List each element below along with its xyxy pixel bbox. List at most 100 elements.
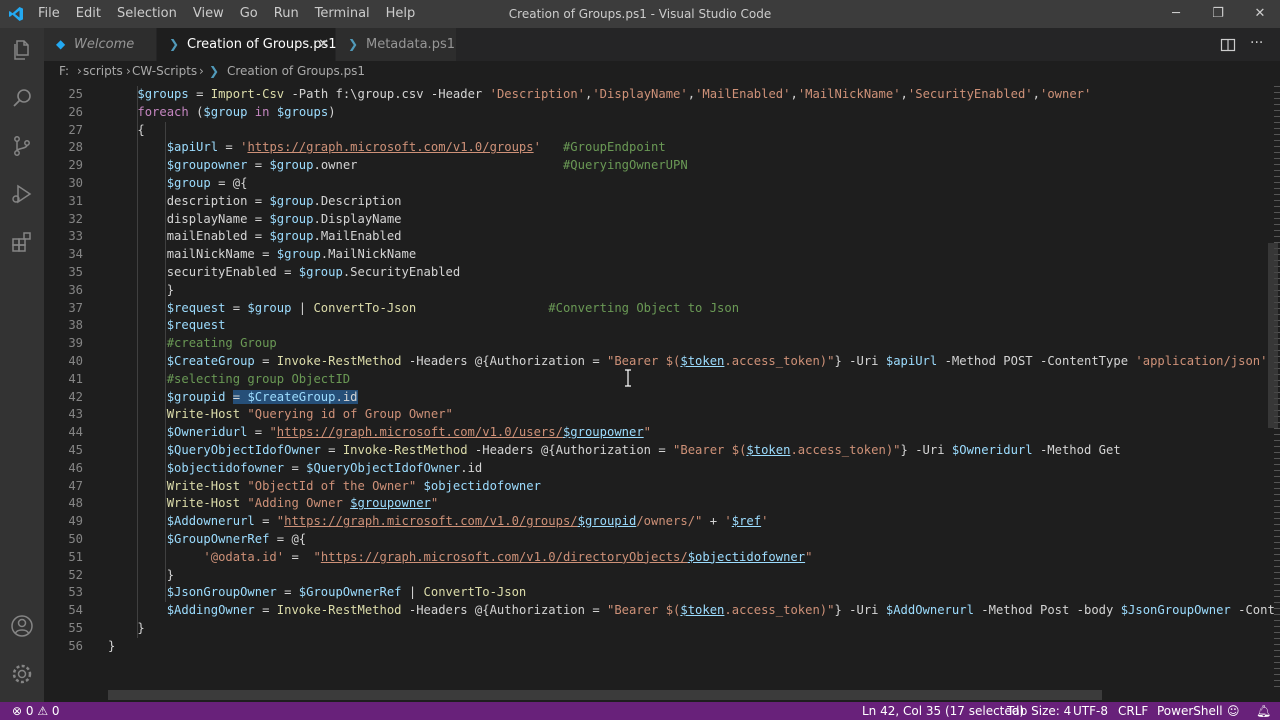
line-number: 54 (68, 603, 83, 618)
status-bar: ⊗ 0 ⚠ 0 Ln 42, Col 35 (17 selected) Tab … (0, 702, 1280, 720)
source-control-button[interactable] (0, 124, 44, 168)
search-button[interactable] (0, 76, 44, 120)
menu-file[interactable]: File (30, 0, 68, 28)
code-line[interactable]: 40 $CreateGroup = Invoke-RestMethod -Hea… (44, 353, 1274, 371)
line-number: 45 (68, 443, 83, 457)
eol-status[interactable]: CRLF (1118, 702, 1148, 720)
line-number: 37 (68, 300, 83, 315)
split-editor-icon[interactable] (1220, 37, 1236, 53)
menu-help[interactable]: Help (378, 0, 424, 28)
code-line[interactable]: 28 $apiUrl = 'https://graph.microsoft.co… (44, 139, 1274, 157)
tab-size-status[interactable]: Tab Size: 4 (1007, 702, 1071, 720)
run-debug-button[interactable] (0, 172, 44, 216)
files-icon (14, 40, 29, 60)
code-line[interactable]: 39 #creating Group (44, 335, 1274, 353)
encoding-status[interactable]: UTF-8 (1073, 702, 1108, 720)
horizontal-scrollbar[interactable] (108, 690, 1102, 700)
code-text: $JsonGroupOwner = $GroupOwnerRef | Conve… (166, 585, 527, 600)
extensions-button[interactable] (0, 220, 44, 264)
code-line[interactable]: 48 Write-Host "Adding Owner $groupowner" (44, 495, 1274, 513)
code-line[interactable]: 49 $Addownerurl = "https://graph.microso… (44, 513, 1274, 531)
code-text: foreach ($group in $groups) (137, 104, 336, 119)
line-number: 46 (68, 460, 83, 475)
maximize-button[interactable]: ❐ (1196, 0, 1240, 28)
code-line[interactable]: 30 $group = @{ (44, 175, 1274, 193)
breadcrumb-cw-scripts[interactable]: CW-Scripts (132, 61, 197, 81)
line-number: 32 (68, 211, 83, 226)
code-text: $CreateGroup = Invoke-RestMethod -Header… (166, 354, 1268, 368)
code-line[interactable]: 34 mailNickName = $group.MailNickName (44, 246, 1274, 264)
code-line[interactable]: 36 } (44, 282, 1274, 300)
menu-go[interactable]: Go (232, 0, 266, 28)
code-line[interactable]: 37 $request = $group | ConvertTo-Json #C… (44, 300, 1274, 318)
more-actions-icon[interactable]: ··· (1250, 28, 1263, 58)
tab-creation-of-groups[interactable]: ❯ Creation of Groups.ps1 ✕ (157, 28, 337, 61)
menu-terminal[interactable]: Terminal (307, 0, 378, 28)
gear-icon (12, 664, 32, 684)
code-line[interactable]: 45 $QueryObjectIdofOwner = Invoke-RestMe… (44, 442, 1274, 460)
menu-selection[interactable]: Selection (109, 0, 185, 28)
line-number: 40 (68, 354, 83, 368)
code-line[interactable]: 47 Write-Host "ObjectId of the Owner" $o… (44, 478, 1274, 496)
accounts-button[interactable] (0, 604, 44, 648)
code-line[interactable]: 29 $groupowner = $group.owner #QueryingO… (44, 157, 1274, 175)
tab-metadata[interactable]: ❯ Metadata.ps1 (336, 28, 456, 61)
code-text: Write-Host "Adding Owner $groupowner" (166, 496, 439, 511)
breadcrumb-drive[interactable]: F: (59, 61, 69, 81)
line-number: 47 (68, 478, 83, 493)
line-number: 31 (68, 193, 83, 208)
code-line[interactable]: 44 $Owneridurl = "https://graph.microsof… (44, 424, 1274, 442)
vertical-scrollbar[interactable] (1268, 243, 1278, 428)
close-tab-icon[interactable]: ✕ (318, 28, 329, 61)
code-line[interactable]: 35 securityEnabled = $group.SecurityEnab… (44, 264, 1274, 282)
breadcrumb-file[interactable]: Creation of Groups.ps1 (227, 61, 365, 81)
code-text: $Addownerurl = "https://graph.microsoft.… (166, 514, 769, 529)
feedback-icon[interactable]: ☺ (1227, 702, 1240, 720)
error-icon: ⊗ (12, 704, 26, 718)
explorer-button[interactable] (0, 28, 44, 72)
code-line[interactable]: 43 Write-Host "Querying id of Group Owne… (44, 406, 1274, 424)
line-number: 44 (68, 425, 83, 440)
code-line[interactable]: 32 displayName = $group.DisplayName (44, 211, 1274, 229)
menu-view[interactable]: View (185, 0, 232, 28)
code-line[interactable]: 50 $GroupOwnerRef = @{ (44, 531, 1274, 549)
code-line[interactable]: 52 } (44, 567, 1274, 585)
text-cursor-icon (625, 369, 631, 387)
code-text: '@odata.id' = "https://graph.microsoft.c… (203, 549, 813, 564)
code-line[interactable]: 26 foreach ($group in $groups) (44, 104, 1274, 122)
manage-button[interactable] (0, 652, 44, 696)
minimize-button[interactable]: ─ (1154, 0, 1198, 28)
tab-welcome[interactable]: ◆ Welcome (44, 28, 156, 61)
code-editor[interactable]: 25 $groups = Import-Csv -Path f:\group.c… (44, 83, 1274, 687)
errors-status[interactable]: ⊗ 0 ⚠ 0 (12, 702, 60, 720)
breadcrumb-scripts[interactable]: scripts (83, 61, 123, 81)
code-line[interactable]: 41 #selecting group ObjectID (44, 371, 1274, 389)
code-line[interactable]: 55 } (44, 620, 1274, 638)
menu-edit[interactable]: Edit (68, 0, 109, 28)
line-number: 49 (68, 514, 83, 529)
code-line[interactable]: 25 $groups = Import-Csv -Path f:\group.c… (44, 86, 1274, 104)
code-line[interactable]: 31 description = $group.Description (44, 193, 1274, 211)
line-number: 53 (68, 585, 83, 600)
code-line[interactable]: 38 $request (44, 317, 1274, 335)
code-line[interactable]: 46 $objectidofowner = $QueryObjectIdofOw… (44, 460, 1274, 478)
code-line[interactable]: 27 { (44, 122, 1274, 140)
code-line[interactable]: 33 mailEnabled = $group.MailEnabled (44, 228, 1274, 246)
code-line[interactable]: 53 $JsonGroupOwner = $GroupOwnerRef | Co… (44, 584, 1274, 602)
line-number: 35 (68, 265, 83, 279)
notifications-bell-icon[interactable]: 🔔︎ (1256, 702, 1271, 720)
code-line[interactable]: 42 $groupid = $CreateGroup.id (44, 389, 1274, 407)
powershell-icon: ❯ (209, 64, 220, 78)
line-number: 33 (68, 229, 83, 244)
close-window-button[interactable]: ✕ (1238, 0, 1280, 28)
code-line[interactable]: 51 '@odata.id' = "https://graph.microsof… (44, 549, 1274, 567)
code-line[interactable]: 56} (44, 638, 1274, 656)
line-number: 39 (68, 336, 83, 351)
code-text: $request = $group | ConvertTo-Json #Conv… (166, 300, 740, 315)
breadcrumb: F: › scripts › CW-Scripts › ❯ Creation o… (44, 61, 1280, 83)
warning-icon: ⚠ (37, 704, 52, 718)
menu-run[interactable]: Run (266, 0, 307, 28)
code-line[interactable]: 54 $AddingOwner = Invoke-RestMethod -Hea… (44, 602, 1274, 620)
cursor-position-status[interactable]: Ln 42, Col 35 (17 selected) (862, 702, 1024, 720)
language-status[interactable]: PowerShell (1157, 702, 1223, 720)
